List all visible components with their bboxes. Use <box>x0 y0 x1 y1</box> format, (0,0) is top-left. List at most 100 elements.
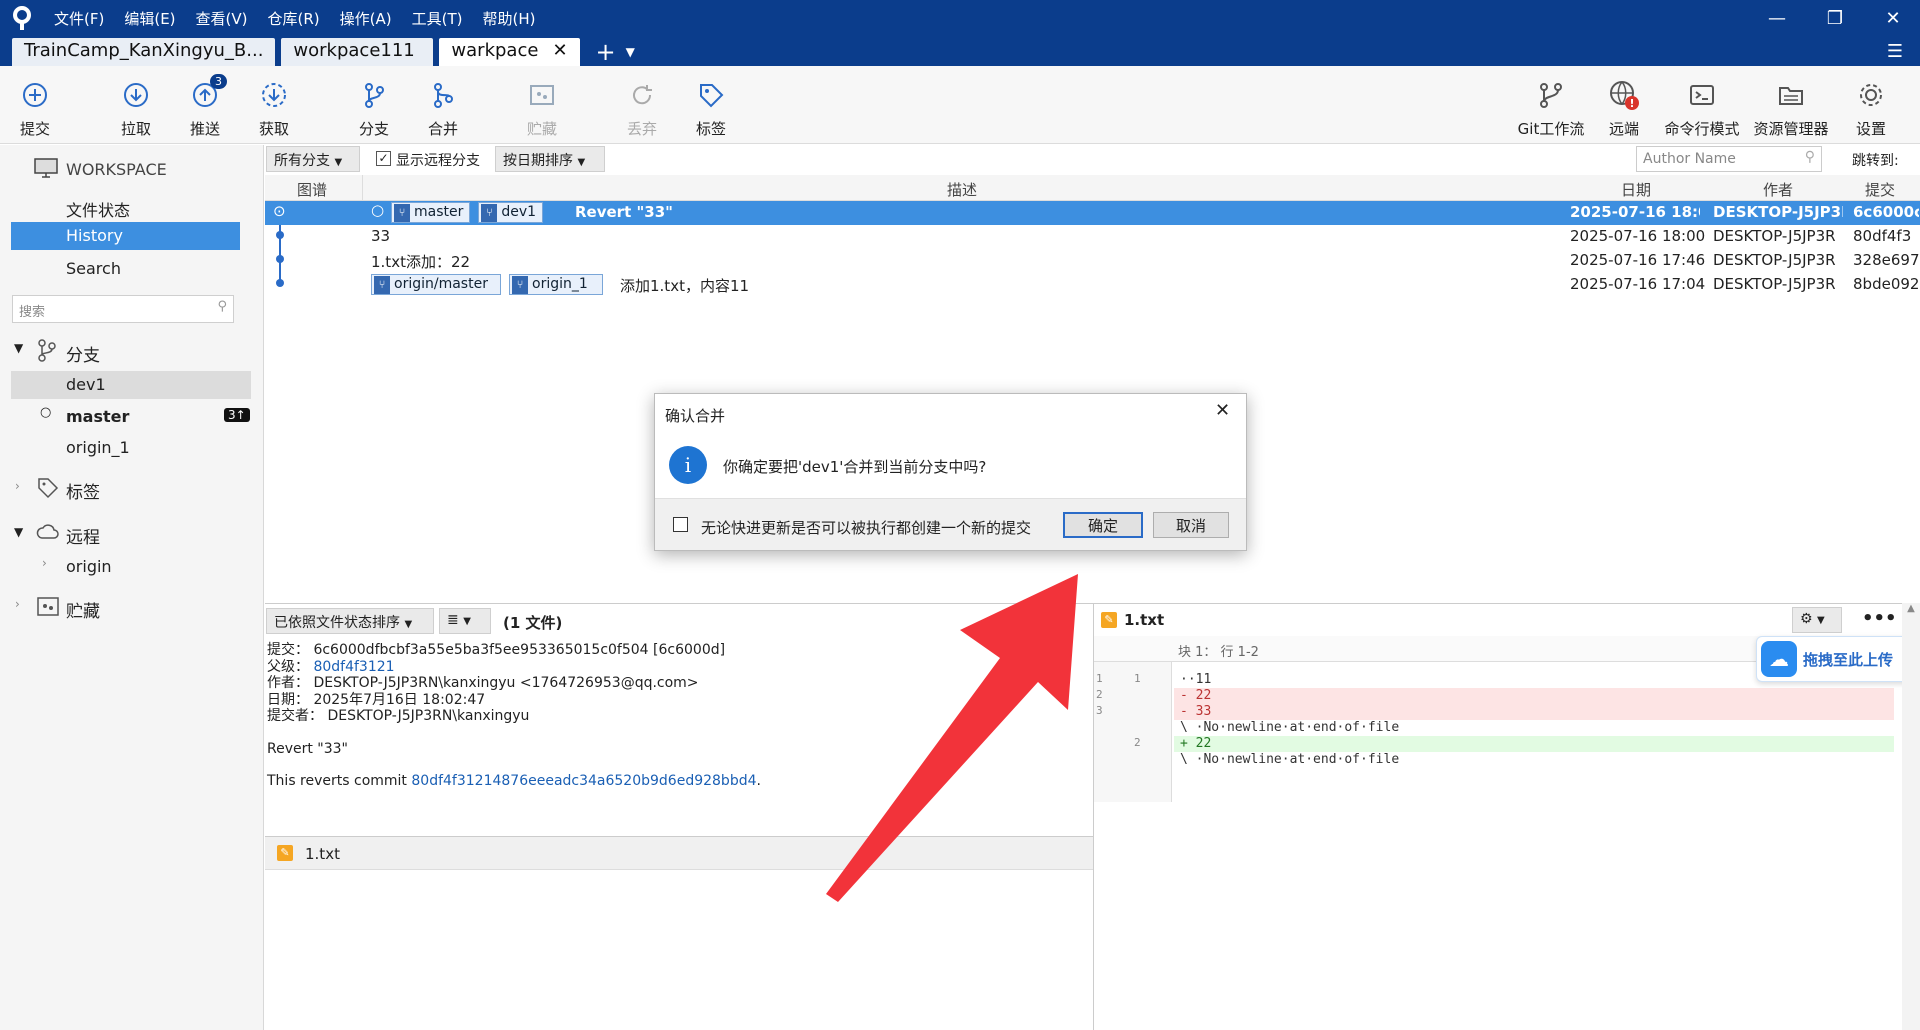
discard-button[interactable]: 丢弃 <box>607 66 677 144</box>
remotes-header[interactable]: 远程 <box>66 523 100 548</box>
more-icon[interactable]: ••• <box>1862 608 1897 629</box>
file-name: 1.txt <box>305 845 340 863</box>
stash-header[interactable]: 贮藏 <box>66 597 100 622</box>
ref-tag-origin-1[interactable]: ⑂ origin_1 <box>509 274 603 295</box>
col-commit[interactable]: 提交 <box>1865 179 1895 200</box>
sidebar-search-input[interactable]: 搜索 ⚲ <box>12 295 234 323</box>
table-row[interactable]: 33 2025-07-16 18:00 DESKTOP-J5JP3R 80df4… <box>265 225 1920 249</box>
tab-dropdown-icon[interactable]: ▼ <box>626 38 635 66</box>
ok-button[interactable]: 确定 <box>1063 512 1143 538</box>
sidebar-item-branch-dev1[interactable]: dev1 <box>11 371 251 399</box>
menu-view[interactable]: 查看(V) <box>186 8 258 29</box>
settings-button[interactable]: 设置 <box>1836 66 1906 144</box>
sidebar-item-branch-master[interactable]: master <box>66 407 129 426</box>
chevron-down-icon[interactable]: ▼ <box>14 525 23 539</box>
explorer-button[interactable]: 资源管理器 <box>1748 66 1834 144</box>
author-value: DESKTOP-J5JP3RN\kanxingyu <1764726953@qq… <box>313 675 699 691</box>
parent-link[interactable]: 80df4f3121 <box>313 659 394 675</box>
commit-graph <box>276 225 284 287</box>
new-line-number: 1 <box>1134 672 1141 685</box>
fetch-button[interactable]: 获取 <box>239 66 309 144</box>
tab-label: workpace111 <box>293 40 415 61</box>
terminal-button[interactable]: 命令行模式 <box>1660 66 1744 144</box>
menu-tools[interactable]: 工具(T) <box>402 8 473 29</box>
stash-button[interactable]: 贮藏 <box>507 66 577 144</box>
chevron-right-icon[interactable]: › <box>15 479 20 493</box>
close-tab-icon[interactable]: ✕ <box>552 40 567 61</box>
col-author[interactable]: 作者 <box>1763 179 1793 200</box>
hamburger-menu-icon[interactable]: ☰ <box>1866 36 1920 66</box>
reverted-commit-link[interactable]: 80df4f31214876eeeadc34a6520b9d6ed928bbd4 <box>411 773 756 789</box>
restore-icon[interactable]: ❐ <box>1806 0 1864 36</box>
meta-label: 作者： <box>267 675 309 691</box>
menu-actions[interactable]: 操作(A) <box>330 8 402 29</box>
tags-header[interactable]: 标签 <box>66 478 100 503</box>
minimize-icon[interactable]: — <box>1748 0 1806 36</box>
diff-line: \ ·No·newline·at·end·of·file <box>1094 720 1894 736</box>
merge-button[interactable]: 合并 <box>408 66 478 144</box>
branch-filter-dropdown[interactable]: 所有分支 ▼ <box>266 146 360 172</box>
push-button[interactable]: 3 推送 <box>170 66 240 144</box>
file-sort-dropdown[interactable]: 已依照文件状态排序 ▼ <box>266 608 434 634</box>
pull-label: 拉取 <box>120 120 151 138</box>
sidebar-item-history[interactable]: History <box>11 222 240 250</box>
show-remote-checkbox[interactable]: ✓ <box>376 151 391 166</box>
line-text: - 22 <box>1180 688 1212 703</box>
sidebar-item-branch-origin-1[interactable]: origin_1 <box>66 438 130 457</box>
sidebar-item-search[interactable]: Search <box>66 259 121 278</box>
jump-to-label[interactable]: 跳转到: <box>1852 150 1899 170</box>
tab-traincamp[interactable]: TrainCamp_KanXingyu_B... <box>12 38 276 66</box>
fetch-label: 获取 <box>258 120 289 138</box>
close-dialog-icon[interactable]: ✕ <box>1215 400 1230 421</box>
committer-value: DESKTOP-J5JP3RN\kanxingyu <box>327 708 530 724</box>
chevron-down-icon[interactable]: ▼ <box>14 341 23 355</box>
chevron-right-icon[interactable]: › <box>42 556 47 570</box>
branch-button[interactable]: 分支 <box>339 66 409 144</box>
commit-date: 2025-07-16 18:02 <box>1570 203 1700 221</box>
col-graph[interactable]: 图谱 <box>297 179 327 200</box>
branches-header[interactable]: 分支 <box>66 341 100 366</box>
menu-edit[interactable]: 编辑(E) <box>114 8 185 29</box>
tab-warkpace[interactable]: warkpace ✕ <box>439 38 580 66</box>
col-date[interactable]: 日期 <box>1621 179 1651 200</box>
ref-tag-dev1[interactable]: ⑂ dev1 <box>478 202 544 223</box>
discard-label: 丢弃 <box>626 120 657 138</box>
col-description[interactable]: 描述 <box>947 179 977 200</box>
new-commit-checkbox[interactable] <box>673 517 688 532</box>
app-logo-icon <box>0 0 44 36</box>
sort-dropdown[interactable]: 按日期排序 ▼ <box>495 146 605 172</box>
diff-lines: 1 1 ··11 2 - 22 3 - 33 \ ·No·newline·at·end·… <box>1094 672 1894 768</box>
menu-file[interactable]: 文件(F) <box>44 8 114 29</box>
remote-button[interactable]: ! 远端 <box>1592 66 1656 144</box>
menu-repository[interactable]: 仓库(R) <box>258 8 330 29</box>
close-window-icon[interactable]: ✕ <box>1864 0 1920 36</box>
table-row[interactable]: ⑂ origin/master ⑂ origin_1 添加1.txt，内容11 202… <box>265 273 1920 297</box>
cancel-button[interactable]: 取消 <box>1153 512 1229 538</box>
menu-help[interactable]: 帮助(H) <box>472 8 545 29</box>
modified-file-icon: ✎ <box>1101 612 1117 628</box>
commit-button[interactable]: 提交 <box>0 66 70 144</box>
sidebar-item-remote-origin[interactable]: origin <box>66 557 112 576</box>
view-mode-dropdown[interactable]: ≣ ▼ <box>439 608 491 634</box>
tag-text: origin/master <box>394 276 488 292</box>
sidebar-item-file-status[interactable]: 文件状态 <box>66 197 130 221</box>
author-filter-input[interactable]: Author Name ⚲ <box>1636 146 1822 172</box>
table-row[interactable]: ⊙ ○ ⑂ master ⑂ dev1 Revert "33" 2025-07-16 … <box>265 201 1920 225</box>
diff-line-added: 2 + 22 <box>1134 736 1894 752</box>
ref-tag-master[interactable]: ⑂ master <box>391 202 471 223</box>
chevron-right-icon[interactable]: › <box>15 597 20 611</box>
tag-button[interactable]: 标签 <box>676 66 746 144</box>
remote-globe-icon: ! <box>1607 78 1641 112</box>
scrollbar[interactable]: ▲ <box>1902 603 1920 1030</box>
table-row[interactable]: 1.txt添加：22 2025-07-16 17:46 DESKTOP-J5JP… <box>265 249 1920 273</box>
branch-icon <box>357 78 391 112</box>
upload-widget[interactable]: ☁ 拖拽至此上传 <box>1756 636 1920 682</box>
diff-options-dropdown[interactable]: ⚙ ▼ <box>1792 607 1842 633</box>
tab-workpace111[interactable]: workpace111 <box>281 38 434 66</box>
info-icon: i <box>669 446 707 484</box>
add-tab-icon[interactable]: + <box>596 38 616 66</box>
ref-tag-origin-master[interactable]: ⑂ origin/master <box>371 274 501 295</box>
gitflow-button[interactable]: Git工作流 <box>1510 66 1592 144</box>
pull-button[interactable]: 拉取 <box>101 66 171 144</box>
dropdown-value: 已依照文件状态排序 <box>274 615 400 631</box>
